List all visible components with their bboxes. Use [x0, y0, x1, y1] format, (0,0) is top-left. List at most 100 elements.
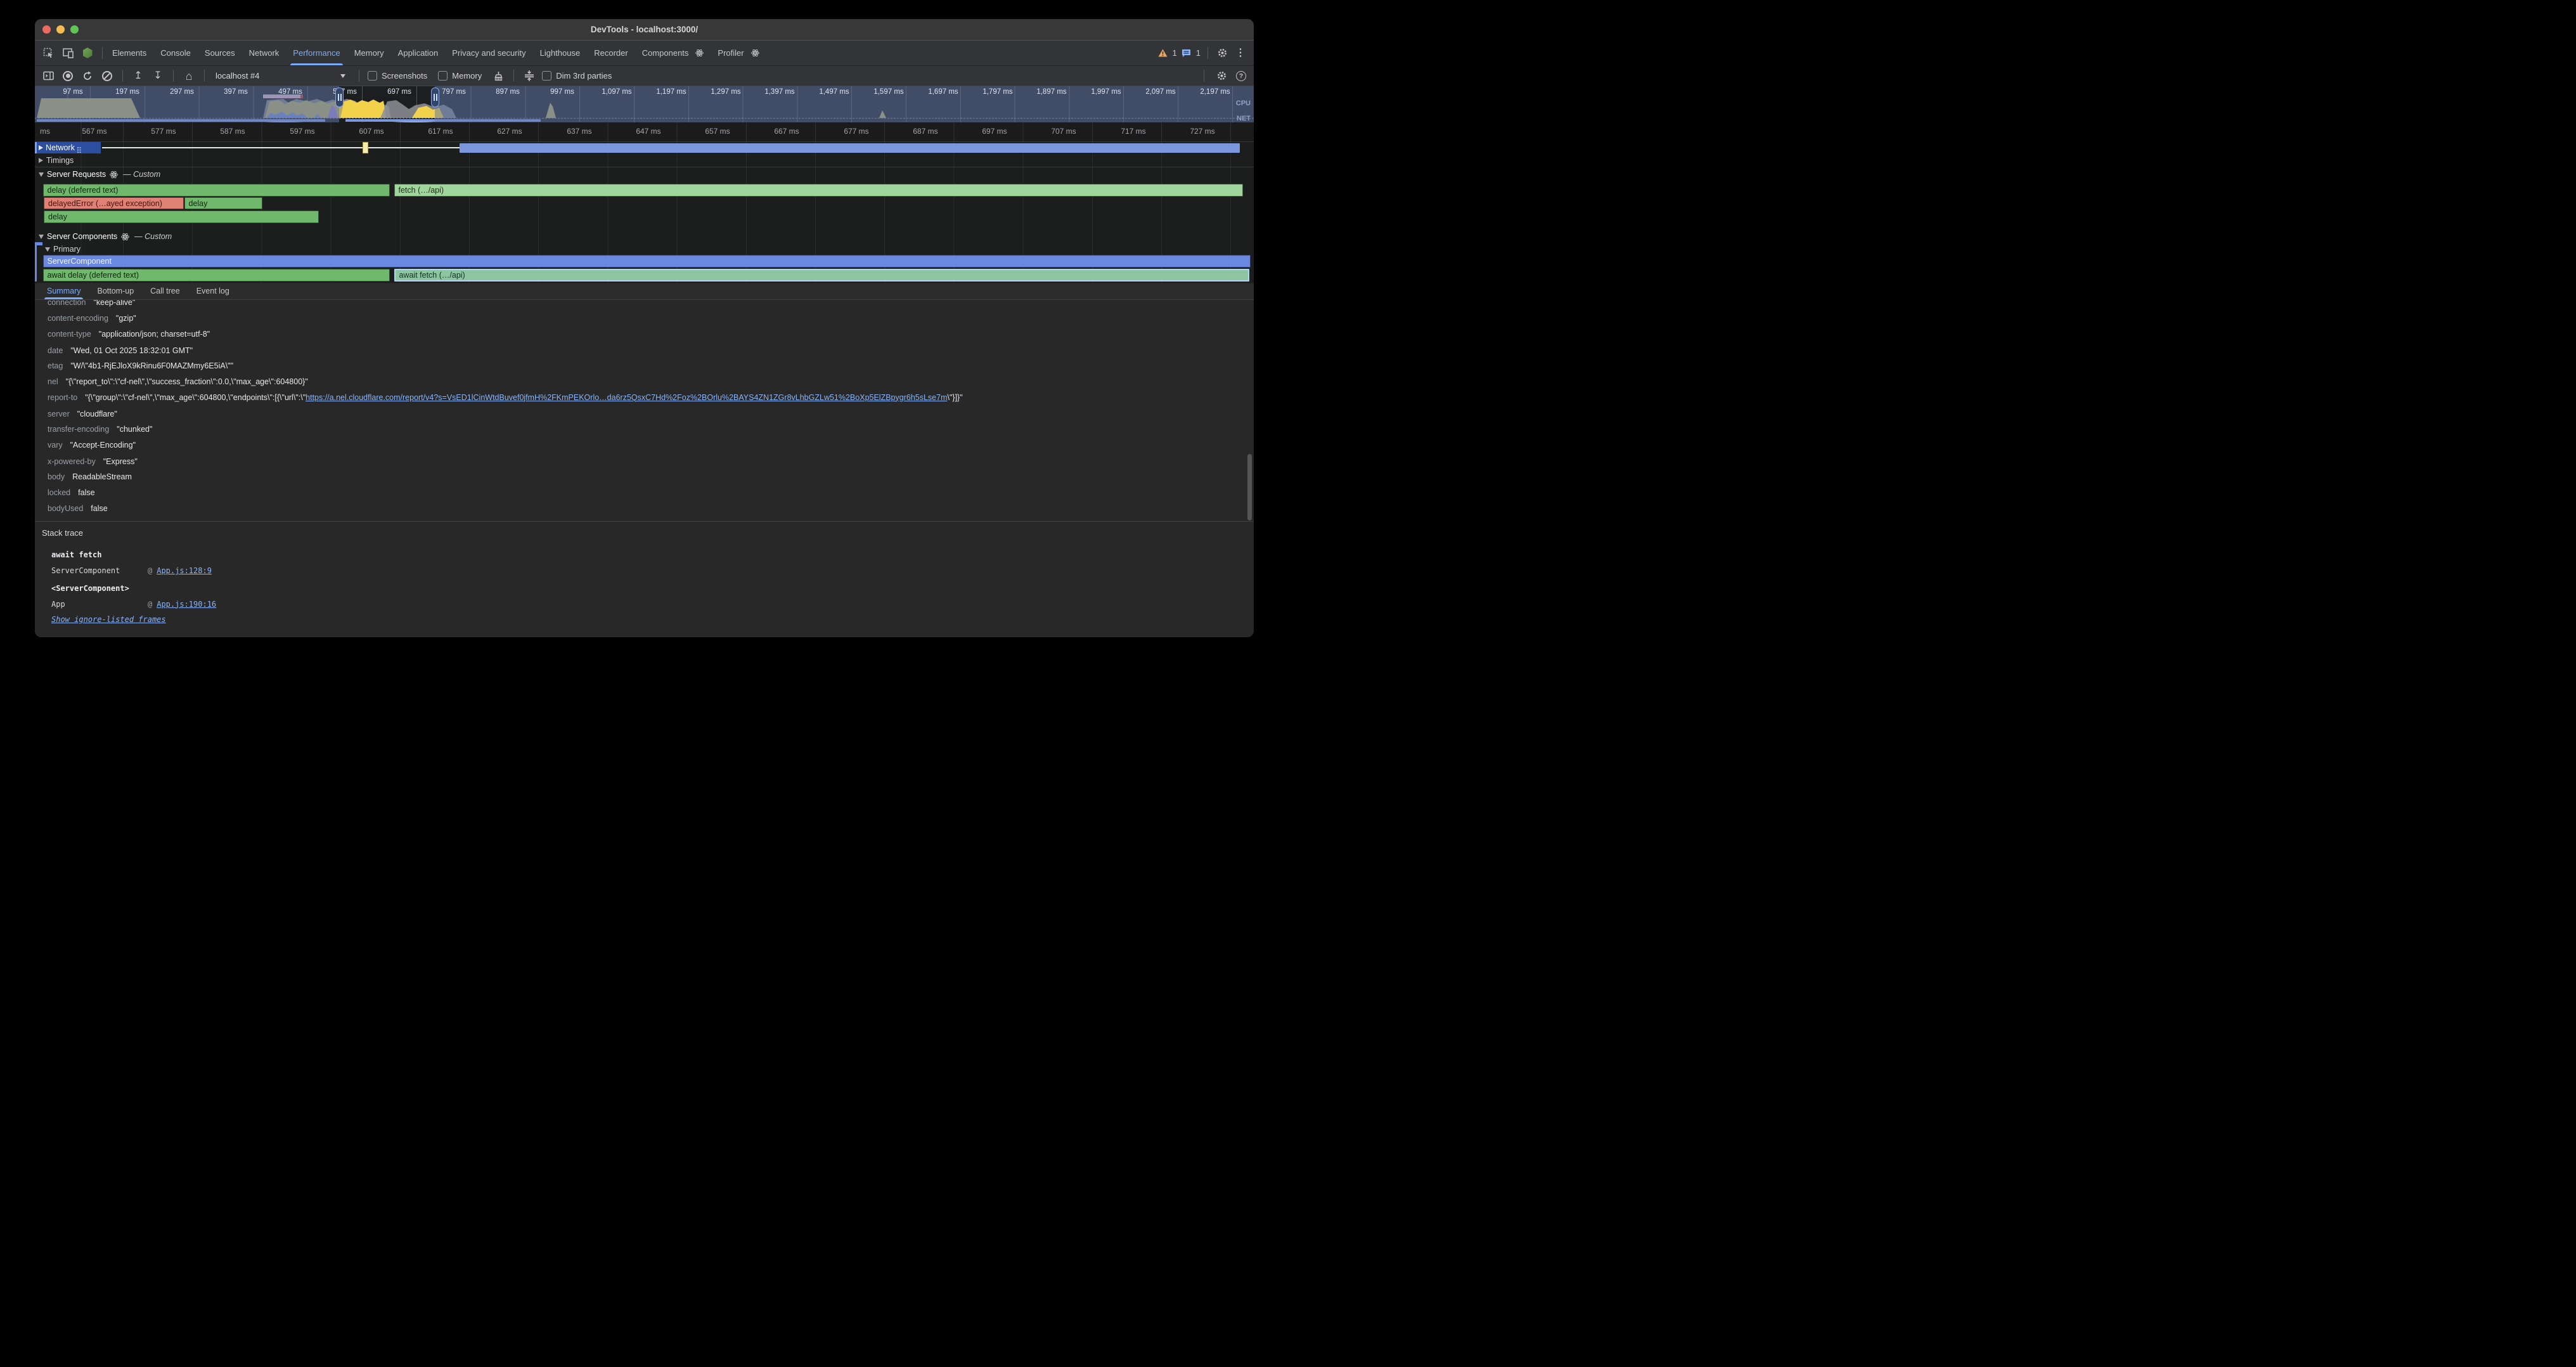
divider [173, 70, 174, 82]
performance-toolbar: ↥ ↧ ⌂ localhost #4 Screenshots Memory Di… [35, 66, 1254, 86]
overview-time-label: 1,397 ms [764, 88, 794, 96]
garbage-collect-icon[interactable] [491, 69, 505, 83]
overview-time-label: 997 ms [550, 88, 574, 96]
divider [102, 47, 103, 59]
overview-time-label: 897 ms [496, 88, 520, 96]
ruler-time-label: 637 ms [567, 127, 591, 136]
load-profile-icon[interactable]: ↥ [131, 69, 145, 83]
span-delay[interactable]: delay [184, 197, 262, 210]
caret-right-icon [39, 145, 43, 150]
caret-right-icon [39, 158, 43, 163]
grip-icon[interactable] [77, 147, 79, 148]
timeline-overview[interactable]: 97 ms 197 ms 297 ms 397 ms 497 ms 597 ms… [35, 86, 1254, 122]
tab-sources[interactable]: Sources [198, 41, 242, 65]
overview-time-label: 1,997 ms [1091, 88, 1121, 96]
bottom-pane-tabs: Summary Bottom-up Call tree Event log [35, 283, 1254, 300]
ruler-time-label: 667 ms [774, 127, 799, 136]
tab-performance[interactable]: Performance [286, 41, 347, 65]
ruler-time-label: 567 ms [82, 127, 106, 136]
kebab-menu-icon[interactable]: ⋮ [1233, 46, 1247, 60]
ruler-time-label: 617 ms [428, 127, 453, 136]
track-server-requests-header[interactable]: Server Requests — Custom [35, 168, 1254, 181]
track-accent-line [35, 242, 37, 282]
summary-pane[interactable]: connection"keep-alive" content-encoding"… [35, 300, 1254, 637]
caret-down-icon [39, 172, 44, 177]
collapse-sanddwich-icon[interactable] [522, 69, 536, 83]
reload-and-record-button[interactable] [80, 69, 94, 83]
tab-event-log[interactable]: Event log [188, 283, 238, 299]
dim-3rd-parties-checkbox[interactable]: Dim 3rd parties [542, 71, 612, 81]
selection-right-handle[interactable] [431, 87, 439, 107]
tab-recorder[interactable]: Recorder [587, 41, 634, 65]
toggle-sidebar-icon[interactable] [41, 69, 55, 83]
flame-chart-tracks[interactable]: Network Timings Server Requests — Custom… [35, 142, 1254, 283]
tab-profiler[interactable]: Profiler [711, 41, 766, 65]
tab-call-tree[interactable]: Call tree [142, 283, 188, 299]
ruler-time-label: 657 ms [705, 127, 730, 136]
track-primary-header[interactable]: Primary [41, 243, 1254, 255]
issues-message-icon[interactable] [1182, 46, 1192, 60]
checkbox[interactable] [438, 71, 448, 81]
overview-time-label: 297 ms [170, 88, 194, 96]
checkbox[interactable] [542, 71, 551, 81]
checkbox[interactable] [368, 71, 377, 81]
source-location-link[interactable]: App.js:128:9 [157, 566, 212, 575]
tab-bottom-up[interactable]: Bottom-up [89, 283, 142, 299]
track-network-header[interactable]: Network [35, 142, 101, 153]
screenshots-checkbox[interactable]: Screenshots [368, 71, 427, 81]
tab-elements[interactable]: Elements [105, 41, 153, 65]
home-icon[interactable]: ⌂ [182, 69, 196, 83]
tab-console[interactable]: Console [153, 41, 198, 65]
track-server-components-header[interactable]: Server Components — Custom [35, 230, 1254, 243]
help-icon[interactable]: ? [1236, 71, 1246, 81]
stack-frame: ServerComponent@App.js:128:9 [51, 566, 212, 575]
capture-settings-gear-icon[interactable] [1214, 69, 1228, 83]
memory-checkbox[interactable]: Memory [438, 71, 482, 81]
save-profile-icon[interactable]: ↧ [151, 69, 165, 83]
device-toolbar-icon[interactable] [61, 46, 75, 60]
tab-application[interactable]: Application [391, 41, 446, 65]
overview-time-label: 1,297 ms [711, 88, 740, 96]
tab-components[interactable]: Components [635, 41, 711, 65]
report-url-link[interactable]: https://a.nel.cloudflare.com/report/v4?s… [306, 393, 947, 402]
warning-icon[interactable] [1158, 46, 1168, 60]
source-location-link[interactable]: App.js:190:16 [157, 600, 216, 609]
span-delayed-error[interactable]: delayedError (…ayed exception) [44, 197, 184, 210]
tab-summary[interactable]: Summary [39, 283, 89, 299]
header-row-report-to: report-to"{\"group\":\"cf-nel\",\"max_ag… [48, 392, 1246, 403]
overview-time-label: 497 ms [278, 88, 302, 96]
ruler-time-label: 707 ms [1051, 127, 1076, 136]
span-fetch-api[interactable]: fetch (…/api) [394, 184, 1243, 197]
nodejs-icon[interactable] [80, 46, 94, 60]
scrollbar-thumb[interactable] [1247, 454, 1252, 521]
span-delay[interactable]: delay [44, 211, 319, 223]
clear-button[interactable] [100, 69, 114, 83]
show-ignore-listed-frames-link[interactable]: Show ignore-listed frames [51, 615, 166, 624]
network-request-bar[interactable] [460, 143, 1240, 153]
tab-privacy-and-security[interactable]: Privacy and security [445, 41, 532, 65]
overview-time-label: 1,797 ms [982, 88, 1012, 96]
divider [513, 70, 514, 82]
screenshot-marker[interactable] [363, 142, 368, 153]
settings-gear-icon[interactable] [1215, 46, 1229, 60]
record-button[interactable] [61, 69, 75, 83]
tab-network[interactable]: Network [242, 41, 287, 65]
overview-time-label: 797 ms [442, 88, 466, 96]
track-timings-header[interactable]: Timings [35, 154, 1254, 166]
timeline-ruler[interactable]: ms 567 ms 577 ms 587 ms 597 ms 607 ms 61… [35, 122, 1254, 142]
stack-frame: <ServerComponent> [51, 584, 129, 593]
span-server-component[interactable]: ServerComponent [43, 255, 1251, 268]
profile-history-select[interactable]: localhost #4 [213, 68, 351, 84]
divider [204, 70, 205, 82]
stack-frame: await fetch [51, 550, 101, 559]
devtools-window: DevTools - localhost:3000/ Elements Cons… [35, 19, 1254, 637]
span-delay-deferred-text[interactable]: delay (deferred text) [43, 184, 390, 197]
tab-memory[interactable]: Memory [347, 41, 391, 65]
selection-left-handle[interactable] [335, 87, 344, 107]
header-row: etag"W/\"4b1-RjEJloX9kRinu6F0MAZMmy6E5iA… [48, 360, 1246, 372]
inspect-element-icon[interactable] [41, 46, 55, 60]
span-await-fetch-selected[interactable]: await fetch (…/api) [394, 269, 1249, 282]
ruler-time-label: ms [40, 127, 50, 136]
tab-lighthouse[interactable]: Lighthouse [533, 41, 588, 65]
span-await-delay[interactable]: await delay (deferred text) [43, 269, 390, 282]
